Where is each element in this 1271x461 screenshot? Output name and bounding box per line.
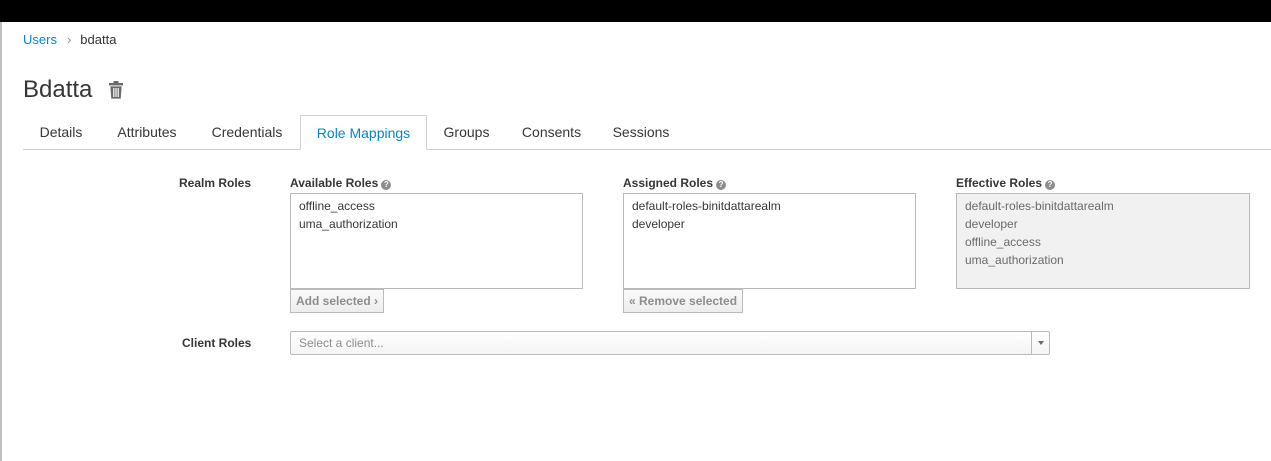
assigned-roles-list[interactable]: default-roles-binitdattarealm developer xyxy=(623,193,916,289)
assigned-roles-label: Assigned Roles xyxy=(623,176,714,190)
realm-roles-label: Realm Roles xyxy=(179,176,252,190)
add-selected-button[interactable]: Add selected › xyxy=(290,289,385,313)
breadcrumb-separator: › xyxy=(66,32,72,47)
effective-roles-heading: Effective Roles? xyxy=(956,176,1056,190)
effective-roles-list: default-roles-binitdattarealm developer … xyxy=(956,193,1250,289)
help-icon[interactable]: ? xyxy=(381,180,392,190)
client-select-placeholder: Select a client... xyxy=(299,336,384,350)
left-border xyxy=(0,22,2,461)
tab-role-mappings[interactable]: Role Mappings xyxy=(300,115,427,150)
available-roles-heading: Available Roles? xyxy=(290,176,392,190)
client-select[interactable]: Select a client... xyxy=(290,331,1050,355)
client-roles-label: Client Roles xyxy=(182,336,252,350)
breadcrumb-users-link[interactable]: Users xyxy=(23,32,57,47)
remove-selected-button[interactable]: « Remove selected xyxy=(623,289,744,313)
list-item: offline_access xyxy=(965,235,1041,249)
list-item: uma_authorization xyxy=(965,253,1064,267)
page-title: Bdatta xyxy=(23,76,93,103)
effective-roles-label: Effective Roles xyxy=(956,176,1043,190)
page-header: Bdatta xyxy=(23,76,124,104)
list-item: developer xyxy=(965,217,1018,231)
list-item[interactable]: developer xyxy=(624,215,915,233)
chevron-down-icon[interactable] xyxy=(1031,332,1049,354)
list-item: default-roles-binitdattarealm xyxy=(965,199,1114,213)
breadcrumb-current: bdatta xyxy=(80,32,117,47)
tab-groups[interactable]: Groups xyxy=(427,115,506,149)
breadcrumb: Users › bdatta xyxy=(23,32,116,47)
tab-consents[interactable]: Consents xyxy=(507,115,596,149)
help-icon[interactable]: ? xyxy=(1045,180,1056,190)
top-bar xyxy=(0,0,1271,22)
list-item[interactable]: offline_access xyxy=(291,197,582,215)
list-item[interactable]: uma_authorization xyxy=(291,215,582,233)
available-roles-list[interactable]: offline_access uma_authorization xyxy=(290,193,583,289)
tab-details[interactable]: Details xyxy=(23,115,99,149)
tab-bar: Details Attributes Credentials Role Mapp… xyxy=(23,115,1271,150)
available-roles-label: Available Roles xyxy=(290,176,379,190)
list-item[interactable]: default-roles-binitdattarealm xyxy=(624,197,915,215)
tab-credentials[interactable]: Credentials xyxy=(195,115,299,149)
tab-attributes[interactable]: Attributes xyxy=(99,115,195,149)
assigned-roles-heading: Assigned Roles? xyxy=(623,176,727,190)
tab-sessions[interactable]: Sessions xyxy=(598,115,684,149)
trash-icon[interactable] xyxy=(108,81,124,99)
help-icon[interactable]: ? xyxy=(716,180,727,190)
